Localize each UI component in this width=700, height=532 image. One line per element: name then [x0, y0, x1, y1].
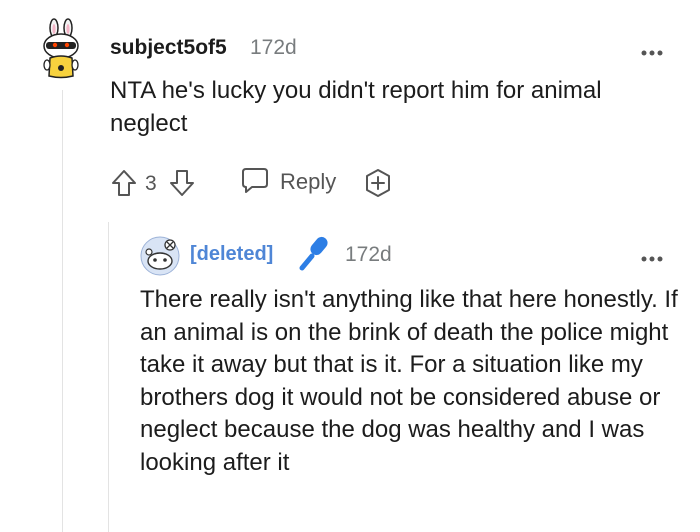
reply-label: Reply — [280, 169, 337, 194]
comment-body: NTA he's lucky you didn't report him for… — [110, 77, 602, 137]
thread-line — [62, 90, 63, 532]
downvote-icon[interactable] — [168, 168, 196, 198]
more-options-icon[interactable] — [640, 44, 664, 56]
upvote-icon[interactable] — [110, 168, 138, 198]
reply-bubble-icon — [240, 165, 280, 200]
comment-username[interactable]: subject5of5 — [110, 36, 227, 60]
vote-count: 3 — [145, 172, 157, 195]
reply-username[interactable]: [deleted] — [190, 243, 273, 266]
microphone-icon — [296, 234, 332, 274]
reply-body: There really isn't anything like that he… — [140, 286, 678, 476]
add-award-icon[interactable] — [363, 168, 393, 198]
reply-button[interactable]: Reply — [240, 166, 336, 198]
more-options-icon[interactable] — [640, 250, 664, 262]
snoo-avatar-icon[interactable] — [36, 18, 86, 82]
comment-timestamp: 172d — [250, 36, 297, 59]
deleted-avatar-icon[interactable] — [140, 236, 180, 276]
nested-thread-line — [108, 222, 109, 532]
reply-timestamp: 172d — [345, 243, 392, 266]
